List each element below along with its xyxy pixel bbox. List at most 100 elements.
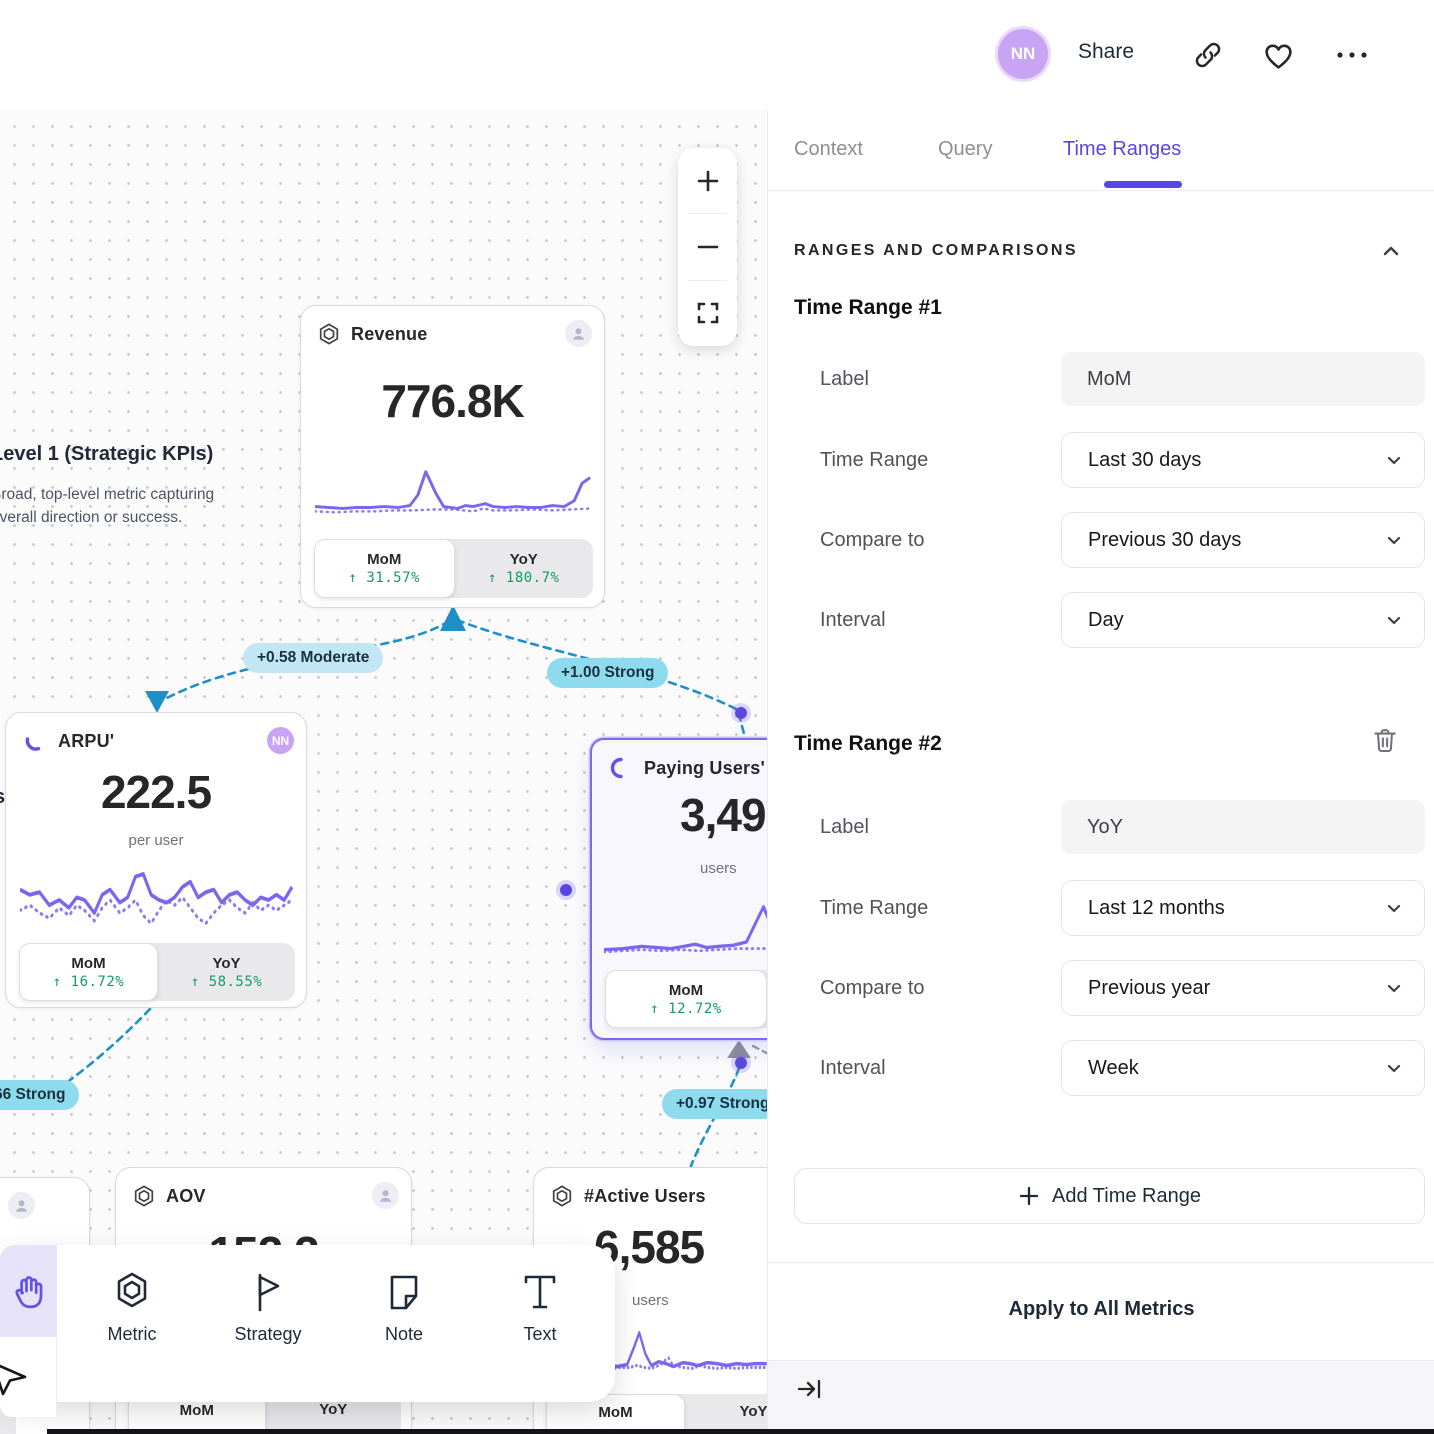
interval-row: Interval Day: [794, 592, 1425, 648]
compare-to-select[interactable]: Previous year: [1061, 960, 1425, 1016]
toolbar-item-note[interactable]: Note: [349, 1269, 459, 1345]
range-toggle: MoM ↑ 16.72% YoY ↑ 58.55%: [19, 943, 295, 1001]
card-title: #Active Users: [584, 1186, 706, 1207]
correlation-badge: +0.58 Moderate: [243, 643, 383, 673]
edge-handle[interactable]: [735, 707, 747, 719]
toggle-yoy[interactable]: YoY: [685, 1394, 767, 1434]
time-range-row: Time Range Last 30 days: [794, 432, 1425, 488]
label-row: Label MoM: [794, 352, 1425, 406]
toggle-yoy[interactable]: YoY ↑ 58.55%: [158, 943, 295, 1001]
metric-unit: per user: [6, 832, 306, 849]
chevron-down-icon: [1384, 530, 1404, 550]
cursor-arrow-icon: [0, 1355, 35, 1399]
sparkline: [315, 464, 592, 522]
section-heading: RANGES AND COMPARISONS: [794, 242, 1078, 260]
edge-handle[interactable]: [735, 1057, 747, 1069]
compare-to-select[interactable]: Previous 30 days: [1061, 512, 1425, 568]
time-range-2-title: Time Range #2: [794, 732, 942, 756]
toggle-mom[interactable]: MoM ↑ 16.72%: [19, 943, 158, 1001]
card-title: AOV: [166, 1186, 206, 1207]
divider: [768, 1262, 1434, 1263]
metric-value: 776.8K: [301, 374, 604, 428]
user-avatar[interactable]: NN: [998, 29, 1048, 79]
delta-value: ↑ 12.72%: [650, 1001, 721, 1017]
bottom-window-edge: [47, 1429, 1434, 1434]
tab-query[interactable]: Query: [938, 138, 992, 161]
assignee-avatar[interactable]: NN: [267, 727, 294, 754]
spinner-arc-icon: [608, 755, 634, 781]
copy-link-icon[interactable]: [1193, 40, 1223, 70]
panel-footer: [768, 1361, 1434, 1434]
metric-hexagon-icon: [109, 1269, 155, 1315]
share-button[interactable]: Share: [1078, 40, 1134, 64]
hand-tool-button[interactable]: [0, 1245, 57, 1337]
chevron-down-icon: [1384, 978, 1404, 998]
delta-value: ↑ 16.72%: [53, 974, 124, 990]
zoom-in-button[interactable]: [678, 148, 737, 213]
toolbar-item-text[interactable]: Text: [485, 1269, 595, 1345]
strategy-flag-icon: [245, 1269, 291, 1315]
more-options-icon[interactable]: [1335, 50, 1369, 60]
toolbar-item-strategy[interactable]: Strategy: [213, 1269, 323, 1345]
label-input[interactable]: YoY: [1061, 800, 1425, 854]
add-time-range-button[interactable]: Add Time Range: [794, 1168, 1425, 1224]
chevron-down-icon: [1384, 450, 1404, 470]
metric-hexagon-icon: [317, 322, 341, 346]
delete-time-range-trash-icon[interactable]: [1370, 725, 1400, 755]
top-header: NN Share: [0, 0, 1434, 110]
time-range-row: Time Range Last 12 months: [794, 880, 1425, 936]
select-tool-button[interactable]: [0, 1337, 57, 1417]
collapse-panel-icon[interactable]: [796, 1375, 824, 1403]
toolbar-item-metric[interactable]: Metric: [77, 1269, 187, 1345]
level-note-title: Level 1 (Strategic KPIs): [0, 443, 251, 466]
compare-to-row: Compare to Previous year: [794, 960, 1425, 1016]
apply-to-all-metrics-button[interactable]: Apply to All Metrics: [768, 1298, 1434, 1321]
edge-handle[interactable]: [560, 884, 572, 896]
metric-value: 3,49: [680, 788, 766, 842]
label-row: Label YoY: [794, 800, 1425, 854]
delta-value: ↑ 180.7%: [488, 570, 559, 586]
tool-column: [0, 1245, 57, 1417]
assignee-avatar[interactable]: [372, 1182, 399, 1209]
zoom-out-button[interactable]: [678, 214, 737, 279]
spinner-arc-icon: [22, 728, 48, 754]
toggle-mom[interactable]: MoM ↑ 31.57%: [314, 539, 455, 598]
plus-icon: [1018, 1185, 1040, 1207]
interval-row: Interval Week: [794, 1040, 1425, 1096]
correlation-badge: 66 Strong: [0, 1080, 79, 1110]
sparkline: [598, 1323, 767, 1381]
tab-context[interactable]: Context: [794, 138, 863, 161]
text-tool-icon: [517, 1269, 563, 1315]
tab-time-ranges[interactable]: Time Ranges: [1063, 138, 1181, 161]
sparkline: [20, 861, 294, 939]
metric-tree-canvas[interactable]: Level 1 (Strategic KPIs) Broad, top-leve…: [0, 0, 767, 1434]
chevron-down-icon: [1384, 898, 1404, 918]
level-note-body: Broad, top-level metric capturing overal…: [0, 483, 251, 529]
assignee-avatar[interactable]: [8, 1192, 35, 1219]
metric-card-paying-users[interactable]: Paying Users' 3,49 users MoM ↑ 12.72%: [590, 738, 767, 1040]
time-range-select[interactable]: Last 30 days: [1061, 432, 1425, 488]
note-icon: [381, 1269, 427, 1315]
time-range-select[interactable]: Last 12 months: [1061, 880, 1425, 936]
toggle-yoy[interactable]: YoY ↑ 180.7%: [455, 539, 594, 598]
hand-icon: [10, 1272, 48, 1310]
card-title: ARPU': [58, 731, 114, 752]
metric-card-arpu[interactable]: ARPU' NN 222.5 per user MoM ↑ 16.72% YoY…: [5, 712, 307, 1008]
interval-select[interactable]: Day: [1061, 592, 1425, 648]
card-title: Paying Users': [644, 758, 765, 779]
range-toggle: MoM ↑ 31.57% YoY ↑ 180.7%: [314, 539, 593, 598]
canvas-zoom-controls: [678, 148, 737, 346]
assignee-avatar[interactable]: [565, 320, 592, 347]
collapse-section-chevron-icon[interactable]: [1380, 240, 1402, 262]
delta-value: ↑ 31.57%: [349, 570, 420, 586]
compare-to-row: Compare to Previous 30 days: [794, 512, 1425, 568]
interval-select[interactable]: Week: [1061, 1040, 1425, 1096]
fit-view-button[interactable]: [678, 281, 737, 346]
metric-hexagon-icon: [550, 1184, 574, 1208]
toggle-mom[interactable]: MoM ↑ 12.72%: [605, 970, 767, 1028]
metric-card-revenue[interactable]: Revenue 776.8K MoM ↑ 31.57% YoY ↑ 180.7%: [300, 305, 605, 608]
delta-value: ↑ 58.55%: [191, 974, 262, 990]
canvas-toolbar: Metric Strategy Note Text: [0, 1245, 615, 1402]
label-input[interactable]: MoM: [1061, 352, 1425, 406]
favorite-heart-icon[interactable]: [1262, 40, 1295, 71]
